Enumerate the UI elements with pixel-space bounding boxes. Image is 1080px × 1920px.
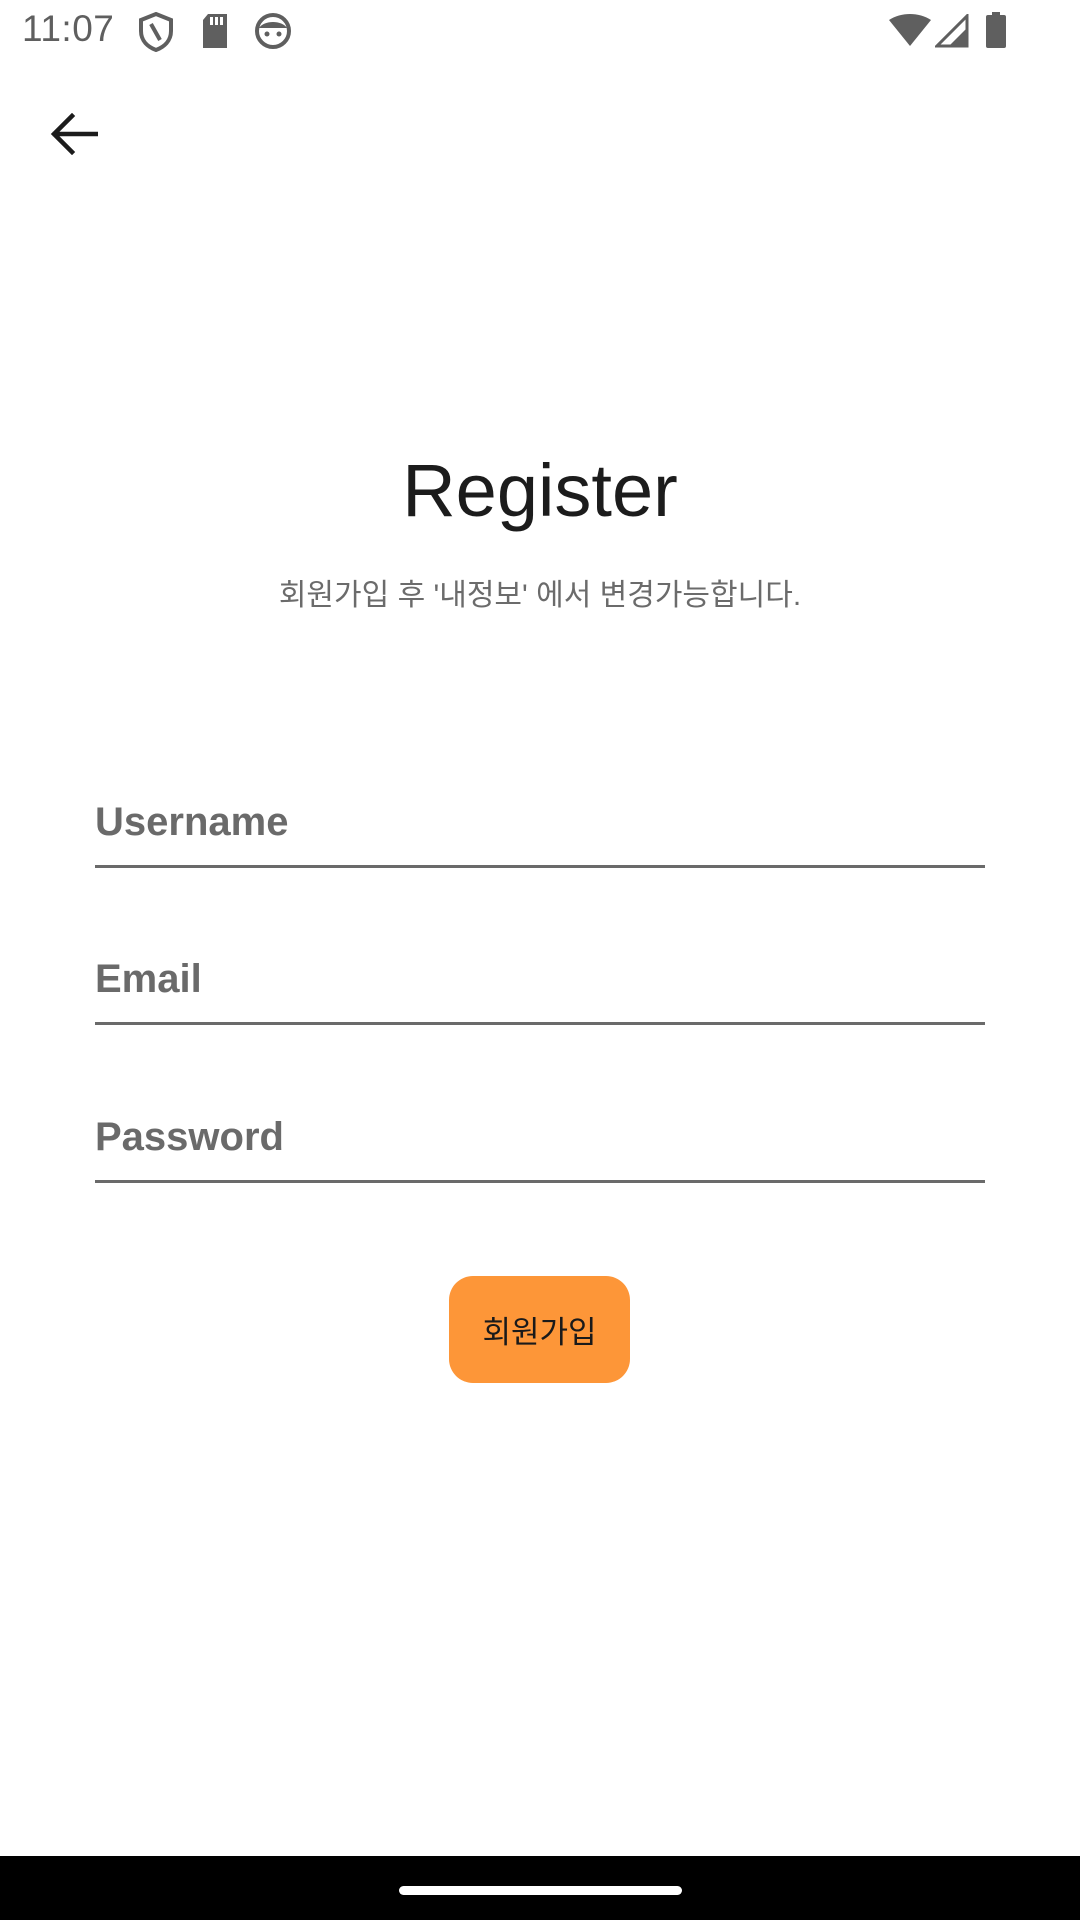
face-icon (254, 12, 292, 55)
status-time: 11:07 (22, 8, 115, 49)
email-input[interactable] (95, 922, 985, 1022)
password-field (95, 1080, 985, 1183)
password-input[interactable] (95, 1080, 985, 1180)
register-button-label: 회원가입 (482, 1315, 597, 1350)
home-handle[interactable] (399, 1886, 682, 1895)
arrow-back-icon (50, 112, 99, 160)
battery-icon (985, 12, 1007, 53)
username-input[interactable] (95, 765, 985, 865)
page-title: Register (402, 449, 678, 532)
shield-icon (138, 11, 174, 57)
signal-icon (933, 12, 969, 53)
username-field (95, 765, 985, 868)
back-button[interactable] (34, 96, 114, 176)
navigation-bar (0, 1856, 1080, 1920)
status-bar: 11:07 (0, 0, 1080, 64)
page-subtitle: 회원가입 후 '내정보' 에서 변경가능합니다. (278, 579, 802, 612)
sd-card-icon (200, 12, 230, 55)
register-screen: 11:07 Register 회원가입 후 '내정보' 에서 변경가능합니다. … (0, 0, 1080, 1920)
register-button[interactable]: 회원가입 (449, 1276, 630, 1383)
wifi-icon (889, 14, 931, 51)
email-field (95, 922, 985, 1025)
